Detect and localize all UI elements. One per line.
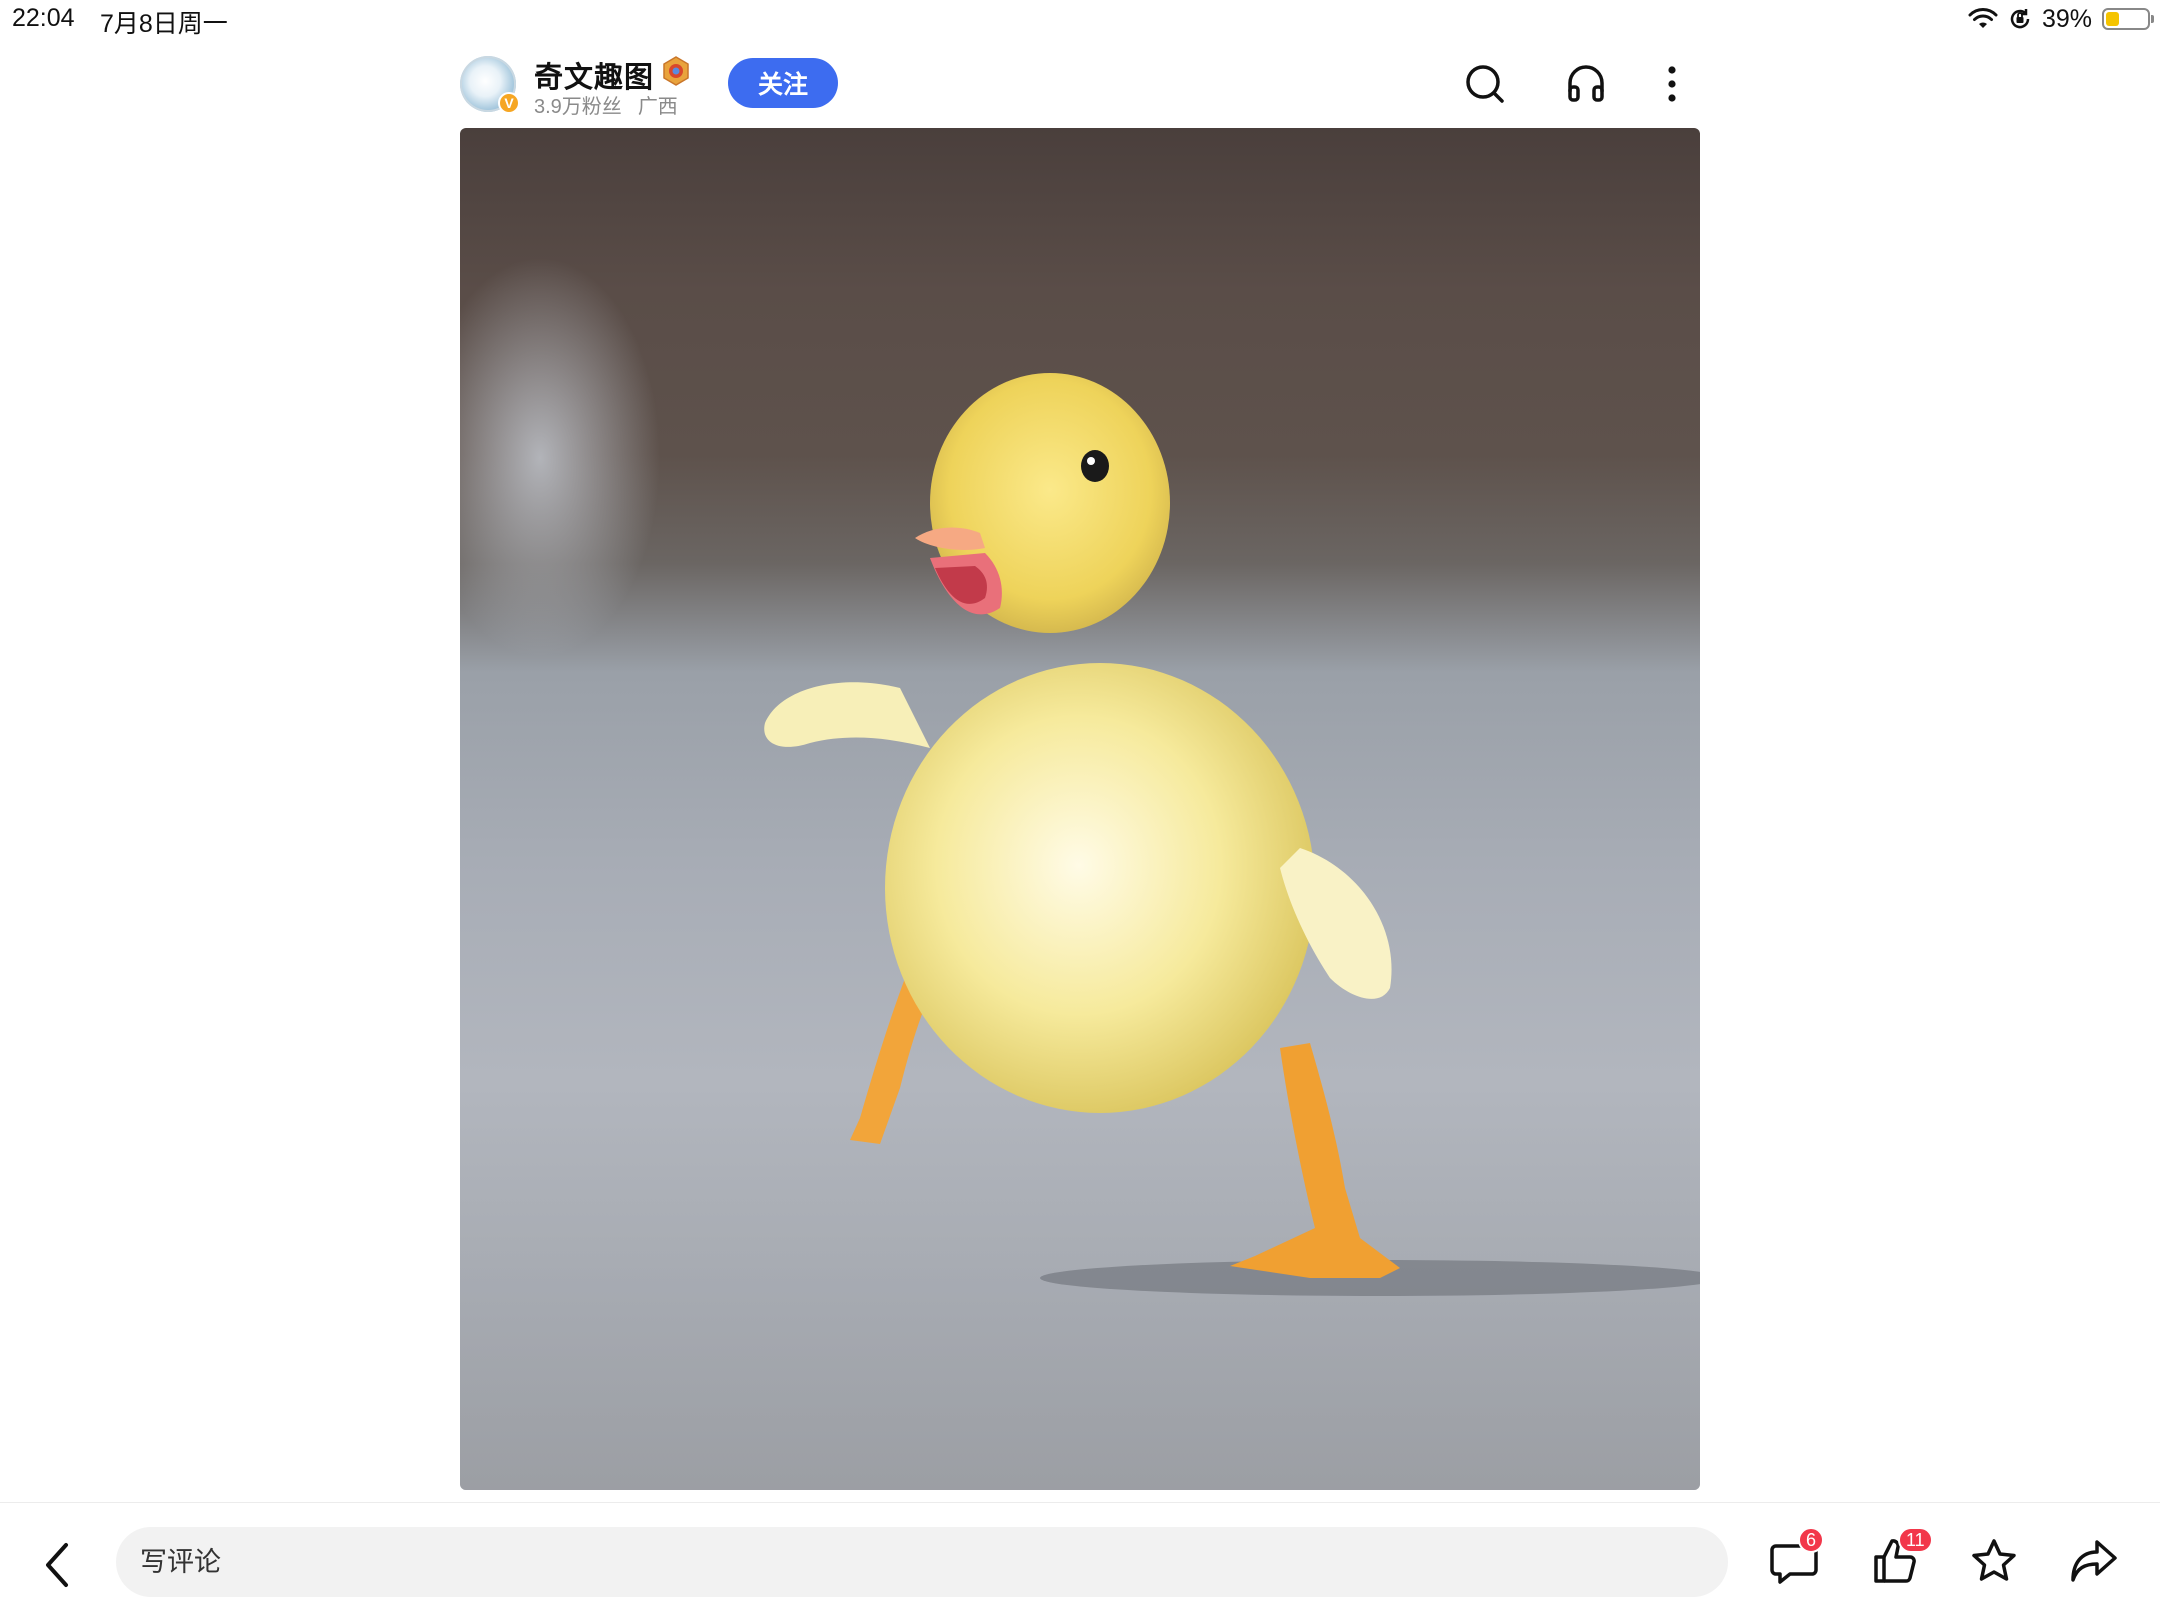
- status-indicators: 39%: [1968, 4, 2154, 34]
- article-header: V 奇文趣图 3.9万粉丝 广西 关注: [460, 52, 1700, 119]
- follower-count: 3.9万粉丝: [534, 96, 622, 118]
- follow-button[interactable]: 关注: [728, 58, 838, 108]
- headphones-icon[interactable]: [1564, 62, 1608, 106]
- like-count-badge: 11: [1898, 1527, 1933, 1553]
- article-image[interactable]: [460, 128, 1700, 1490]
- battery-icon: [2102, 8, 2154, 30]
- status-time: 22:04: [12, 4, 75, 32]
- battery-level: [2106, 12, 2120, 26]
- back-icon[interactable]: [38, 1537, 78, 1593]
- status-date: 7月8日周一: [100, 10, 228, 38]
- share-icon[interactable]: [2066, 1533, 2122, 1589]
- star-icon[interactable]: [1966, 1533, 2022, 1589]
- status-bar: 22:04 7月8日周一 39%: [0, 0, 2160, 40]
- medal-icon: [662, 56, 690, 86]
- more-icon[interactable]: [1650, 62, 1694, 106]
- duckling-illustration: [460, 258, 1700, 1490]
- author-meta: 3.9万粉丝 广西: [534, 90, 678, 119]
- verified-badge: V: [498, 92, 520, 114]
- battery-percent: 39%: [2041, 4, 2092, 33]
- comment-input[interactable]: [116, 1527, 1728, 1597]
- comment-icon[interactable]: 6: [1766, 1527, 1825, 1589]
- author-location: 广西: [637, 96, 678, 118]
- wifi-icon: [1968, 7, 1998, 31]
- comment-count-badge: 6: [1798, 1527, 1825, 1553]
- bottom-action-bar: 6 11: [0, 1503, 2160, 1620]
- thumbs-up-icon[interactable]: 11: [1868, 1527, 1933, 1589]
- orientation-lock-icon: [2008, 7, 2032, 31]
- search-icon[interactable]: [1463, 62, 1507, 106]
